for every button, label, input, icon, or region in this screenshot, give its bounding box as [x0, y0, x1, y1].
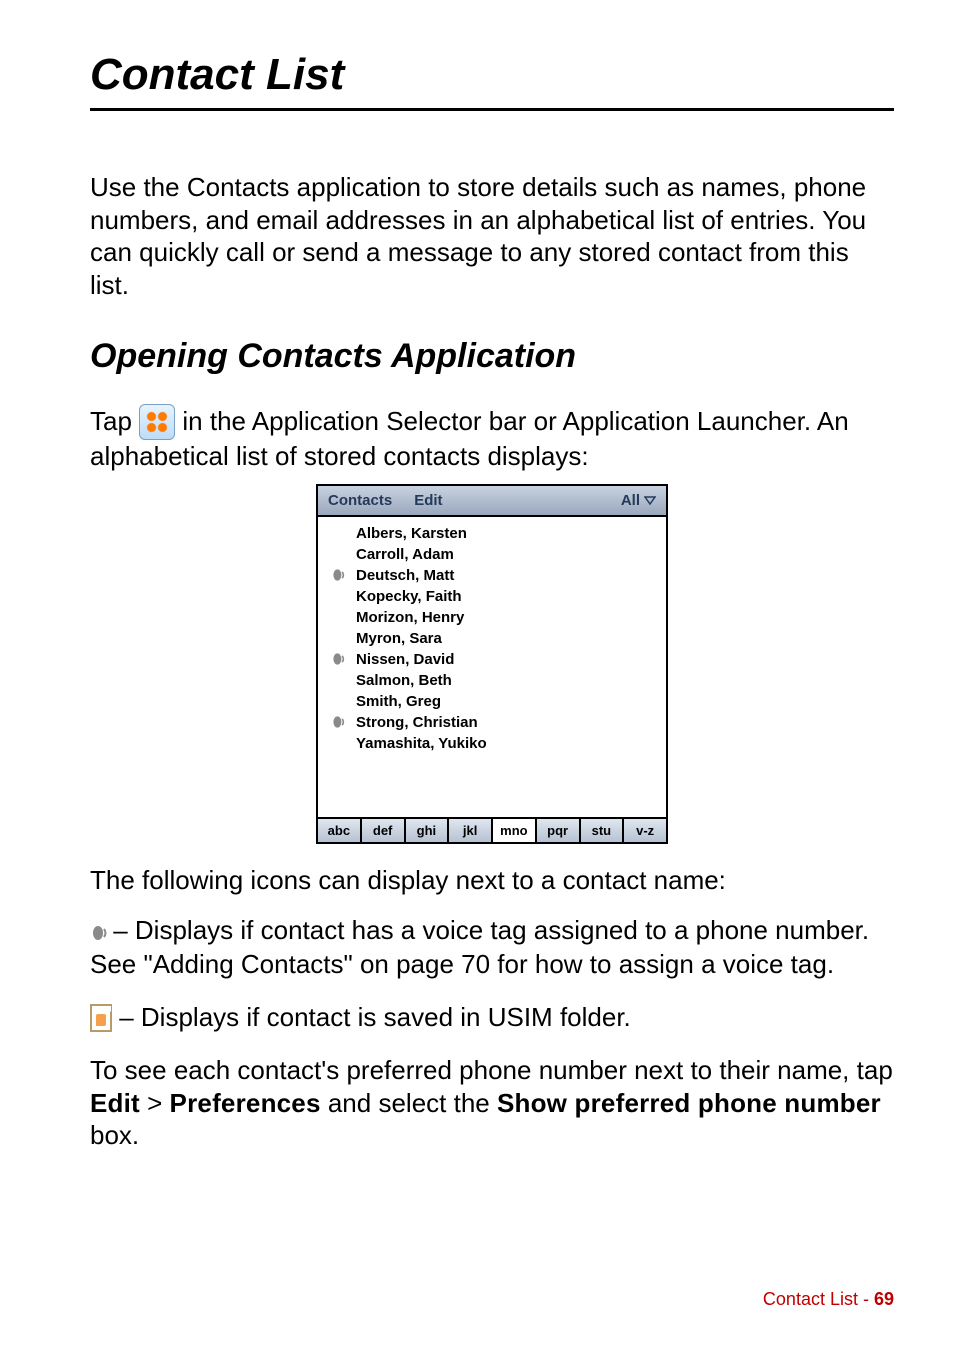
contact-row[interactable]: Deutsch, Matt [322, 565, 662, 586]
menu-contacts[interactable]: Contacts [328, 492, 392, 509]
usim-folder-icon [90, 1004, 112, 1032]
contact-row[interactable]: Kopecky, Faith [322, 586, 662, 607]
contact-name: Nissen, David [356, 651, 454, 668]
alpha-tab[interactable]: v-z [624, 819, 666, 842]
alpha-tab[interactable]: abc [318, 819, 362, 842]
alpha-tab[interactable]: ghi [406, 819, 450, 842]
pref-gt: > [140, 1088, 170, 1118]
contact-row[interactable]: Myron, Sara [322, 628, 662, 649]
pref-pre: To see each contact's preferred phone nu… [90, 1055, 893, 1085]
application-launcher-icon [139, 404, 175, 440]
contact-name: Carroll, Adam [356, 546, 454, 563]
sim-icon-line: – Displays if contact is saved in USIM f… [90, 1001, 894, 1034]
footer-page-number: 69 [874, 1289, 894, 1309]
page-footer: Contact List - 69 [763, 1289, 894, 1310]
pref-end: box. [90, 1120, 139, 1150]
chevron-down-icon [644, 495, 656, 505]
alpha-tab[interactable]: jkl [449, 819, 493, 842]
voice-tag-icon [90, 923, 106, 939]
contact-name: Kopecky, Faith [356, 588, 462, 605]
contact-name: Myron, Sara [356, 630, 442, 647]
contact-row[interactable]: Yamashita, Yukiko [322, 733, 662, 754]
contacts-screenshot: Contacts Edit All Albers, Karsten Carroll… [316, 484, 668, 844]
title-rule [90, 108, 894, 111]
open-paragraph: Tap in the Application Selector bar or A… [90, 404, 894, 474]
preferences-paragraph: To see each contact's preferred phone nu… [90, 1054, 894, 1152]
alpha-tab[interactable]: stu [581, 819, 625, 842]
section-heading: Opening Contacts Application [90, 337, 894, 376]
contact-name: Strong, Christian [356, 714, 478, 731]
pref-mid: and select the [321, 1088, 497, 1118]
contact-name: Albers, Karsten [356, 525, 467, 542]
open-pre: Tap [90, 406, 139, 436]
menu-edit[interactable]: Edit [414, 492, 442, 509]
contact-row[interactable]: Smith, Greg [322, 691, 662, 712]
filter-label: All [621, 492, 640, 509]
filter-dropdown[interactable]: All [621, 492, 656, 509]
contact-row[interactable]: Carroll, Adam [322, 544, 662, 565]
footer-label: Contact List - [763, 1289, 874, 1309]
contact-row[interactable]: Salmon, Beth [322, 670, 662, 691]
contact-name: Deutsch, Matt [356, 567, 454, 584]
alpha-tab[interactable]: def [362, 819, 406, 842]
sim-icon-desc: – Displays if contact is saved in USIM f… [112, 1002, 631, 1032]
contact-name: Yamashita, Yukiko [356, 735, 487, 752]
screenshot-menubar: Contacts Edit All [318, 486, 666, 517]
contact-row[interactable]: Strong, Christian [322, 712, 662, 733]
contact-name: Smith, Greg [356, 693, 441, 710]
voice-indicator [330, 567, 348, 583]
contacts-list: Albers, Karsten Carroll, Adam Deutsch, Mat… [318, 517, 666, 817]
contact-name: Morizon, Henry [356, 609, 464, 626]
contact-row[interactable]: Morizon, Henry [322, 607, 662, 628]
icons-intro: The following icons can display next to … [90, 864, 894, 897]
voice-icon-desc: – Displays if contact has a voice tag as… [90, 915, 869, 978]
contact-name: Salmon, Beth [356, 672, 452, 689]
intro-paragraph: Use the Contacts application to store de… [90, 171, 894, 301]
alpha-tab[interactable]: mno [493, 819, 537, 842]
voice-indicator [330, 714, 348, 730]
alpha-tab[interactable]: pqr [537, 819, 581, 842]
pref-show: Show preferred phone number [497, 1088, 881, 1118]
open-post: in the Application Selector bar or Appli… [90, 406, 849, 471]
contact-row[interactable]: Albers, Karsten [322, 523, 662, 544]
voice-icon-line: – Displays if contact has a voice tag as… [90, 914, 894, 981]
contact-row[interactable]: Nissen, David [322, 649, 662, 670]
pref-preferences: Preferences [170, 1088, 321, 1118]
pref-edit: Edit [90, 1088, 140, 1118]
page-title: Contact List [90, 50, 894, 100]
voice-indicator [330, 651, 348, 667]
alpha-tabs: abcdefghijklmnopqrstuv-z [318, 817, 666, 842]
